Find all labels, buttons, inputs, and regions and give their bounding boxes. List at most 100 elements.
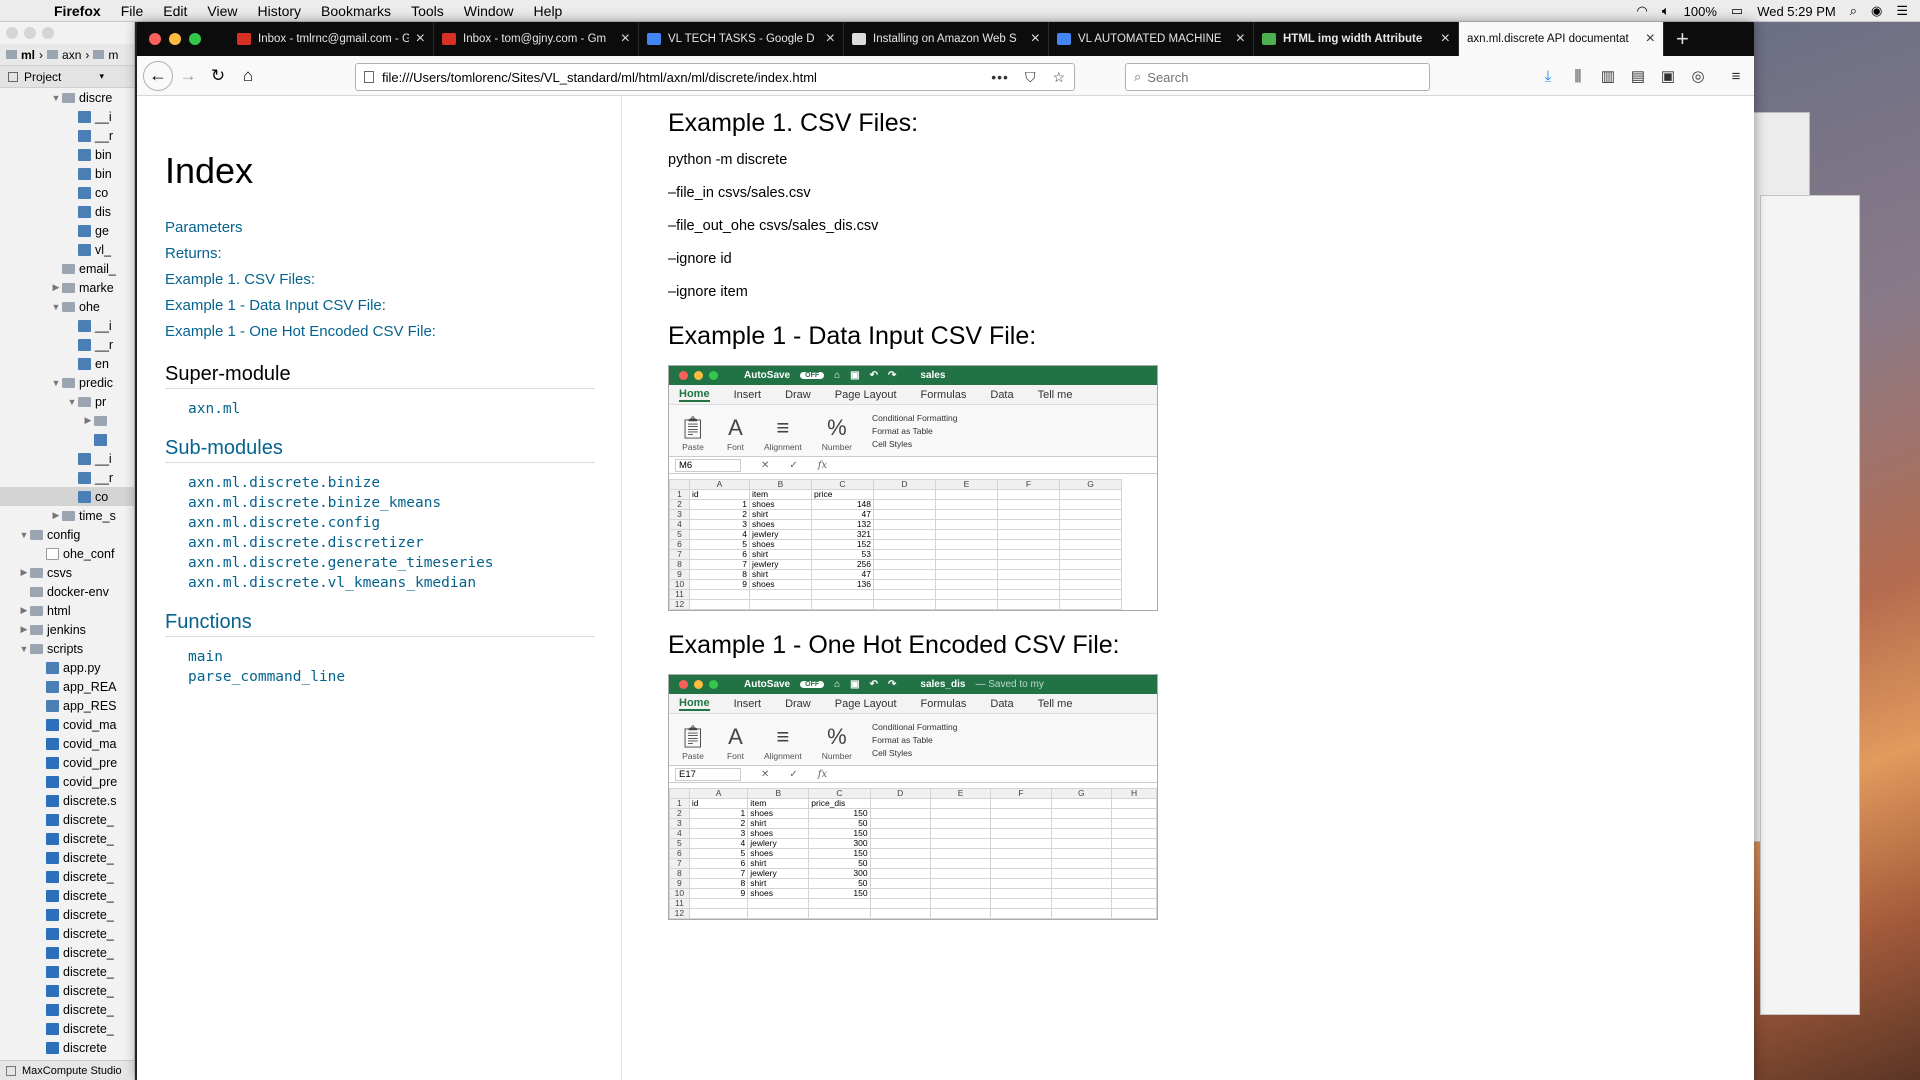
account-icon[interactable]: ◎: [1688, 67, 1708, 85]
close-tab-icon[interactable]: ×: [1646, 30, 1655, 48]
tree-item[interactable]: app_REA: [0, 677, 134, 696]
browser-tab[interactable]: VL TECH TASKS - Google D ×: [639, 22, 844, 56]
sub-module-link[interactable]: axn.ml.discrete.vl_kmeans_kmedian: [165, 573, 595, 593]
browser-tab[interactable]: Inbox - tmlrnc@gmail.com - Gm ×: [229, 22, 434, 56]
tree-item[interactable]: __i: [0, 316, 134, 335]
close-tab-icon[interactable]: ×: [621, 30, 630, 48]
tree-item[interactable]: __r: [0, 468, 134, 487]
tree-item[interactable]: __i: [0, 449, 134, 468]
toc-link-returns[interactable]: Returns:: [165, 241, 595, 267]
page-info-icon[interactable]: [364, 71, 374, 83]
chevron-down-icon[interactable]: ▼: [66, 397, 78, 407]
tree-item[interactable]: ▼ pr: [0, 392, 134, 411]
tree-item[interactable]: discrete_: [0, 1000, 134, 1019]
project-view-selector[interactable]: Project: [24, 70, 61, 84]
search-placeholder[interactable]: Search: [1147, 70, 1188, 85]
super-module-link[interactable]: axn.ml: [165, 399, 595, 419]
sub-module-link[interactable]: axn.ml.discrete.config: [165, 513, 595, 533]
screenshot-icon[interactable]: ▣: [1658, 67, 1678, 85]
tree-item[interactable]: __r: [0, 335, 134, 354]
tree-item[interactable]: discrete_: [0, 981, 134, 1000]
library-icon[interactable]: ⫼: [1568, 68, 1588, 85]
sub-module-link[interactable]: axn.ml.discrete.binize_kmeans: [165, 493, 595, 513]
tree-item[interactable]: covid_pre: [0, 772, 134, 791]
tree-item[interactable]: dis: [0, 202, 134, 221]
tree-item[interactable]: email_: [0, 259, 134, 278]
url-bar[interactable]: file:///Users/tomlorenc/Sites/VL_standar…: [355, 63, 1075, 91]
tree-item[interactable]: co: [0, 487, 134, 506]
close-icon[interactable]: [6, 27, 18, 39]
user-icon[interactable]: ◉: [1871, 3, 1882, 19]
spotlight-icon[interactable]: ⌕: [1850, 3, 1857, 19]
menu-help[interactable]: Help: [524, 3, 573, 19]
tree-item[interactable]: ge: [0, 221, 134, 240]
breadcrumb-item[interactable]: axn: [62, 48, 81, 62]
back-button[interactable]: ←: [143, 60, 173, 91]
chevron-down-icon[interactable]: ▼: [50, 93, 62, 103]
tree-item[interactable]: covid_pre: [0, 753, 134, 772]
function-link-parse-command-line[interactable]: parse_command_line: [165, 667, 595, 687]
sub-module-link[interactable]: axn.ml.discrete.binize: [165, 473, 595, 493]
tab-active[interactable]: axn.ml.discrete API documentat ×: [1459, 22, 1664, 56]
chevron-right-icon[interactable]: ▶: [18, 567, 30, 578]
menu-file[interactable]: File: [111, 3, 154, 19]
battery-icon[interactable]: ▭: [1731, 3, 1743, 19]
home-button[interactable]: ⌂: [233, 61, 263, 91]
tree-item[interactable]: __r: [0, 126, 134, 145]
chevron-down-icon[interactable]: ▼: [18, 644, 30, 654]
menu-tools[interactable]: Tools: [401, 3, 454, 19]
chevron-right-icon[interactable]: ▶: [82, 415, 94, 426]
breadcrumb-item[interactable]: m: [108, 48, 118, 62]
menu-app-name[interactable]: Firefox: [44, 3, 111, 19]
downloads-icon[interactable]: ⤓: [1538, 68, 1558, 85]
tree-item[interactable]: en: [0, 354, 134, 373]
tree-item[interactable]: discrete_: [0, 962, 134, 981]
tree-item[interactable]: ▶ jenkins: [0, 620, 134, 639]
browser-tab[interactable]: HTML img width Attribute ×: [1254, 22, 1459, 56]
tree-item[interactable]: ▼ predic: [0, 373, 134, 392]
menu-bookmarks[interactable]: Bookmarks: [311, 3, 401, 19]
page-actions-icon[interactable]: •••: [991, 69, 1009, 85]
tree-item[interactable]: ▼ discre: [0, 88, 134, 107]
chevron-right-icon[interactable]: ▶: [50, 510, 62, 521]
function-link-main[interactable]: main: [165, 647, 595, 667]
tree-item[interactable]: discrete_: [0, 1019, 134, 1038]
tree-item[interactable]: ▶ csvs: [0, 563, 134, 582]
tree-item[interactable]: ▶: [0, 411, 134, 430]
reload-button[interactable]: ↻: [203, 61, 233, 91]
tree-item[interactable]: discrete_: [0, 829, 134, 848]
background-window[interactable]: [1760, 195, 1860, 1015]
toc-link-example-ohe[interactable]: Example 1 - One Hot Encoded CSV File:: [165, 319, 595, 345]
tree-item[interactable]: discrete: [0, 1038, 134, 1057]
tree-item[interactable]: ▼ scripts: [0, 639, 134, 658]
forward-button[interactable]: →: [173, 61, 203, 91]
chevron-right-icon[interactable]: ▶: [18, 624, 30, 635]
zoom-icon[interactable]: [42, 27, 54, 39]
tree-item[interactable]: discrete_: [0, 848, 134, 867]
sidebar-icon[interactable]: ▥: [1598, 67, 1618, 85]
chevron-down-icon[interactable]: ▼: [18, 530, 30, 540]
reader-icon[interactable]: ▤: [1628, 67, 1648, 85]
clock[interactable]: Wed 5:29 PM: [1757, 4, 1836, 19]
zoom-window-icon[interactable]: [189, 33, 201, 45]
tree-item[interactable]: discrete_: [0, 886, 134, 905]
toggle-panels-icon[interactable]: [6, 1065, 16, 1076]
browser-tab[interactable]: Inbox - tom@gjny.com - Gm ×: [434, 22, 639, 56]
battery-percent[interactable]: 100%: [1684, 4, 1717, 19]
tree-item[interactable]: ▶ time_s: [0, 506, 134, 525]
menu-edit[interactable]: Edit: [153, 3, 197, 19]
minimize-window-icon[interactable]: [169, 33, 181, 45]
chevron-right-icon[interactable]: ▶: [18, 605, 30, 616]
tree-item[interactable]: app.py: [0, 658, 134, 677]
tree-item[interactable]: ▼ config: [0, 525, 134, 544]
tree-item[interactable]: ▶ marke: [0, 278, 134, 297]
tree-item[interactable]: discrete_: [0, 924, 134, 943]
menu-history[interactable]: History: [247, 3, 311, 19]
url-text[interactable]: file:///Users/tomlorenc/Sites/VL_standar…: [382, 70, 983, 85]
volume-icon[interactable]: 🔈︎: [1662, 3, 1670, 19]
close-tab-icon[interactable]: ×: [416, 30, 425, 48]
close-window-icon[interactable]: [149, 33, 161, 45]
toc-link-example-csv[interactable]: Example 1. CSV Files:: [165, 267, 595, 293]
close-tab-icon[interactable]: ×: [1236, 30, 1245, 48]
chevron-down-icon[interactable]: ▾: [99, 71, 104, 82]
